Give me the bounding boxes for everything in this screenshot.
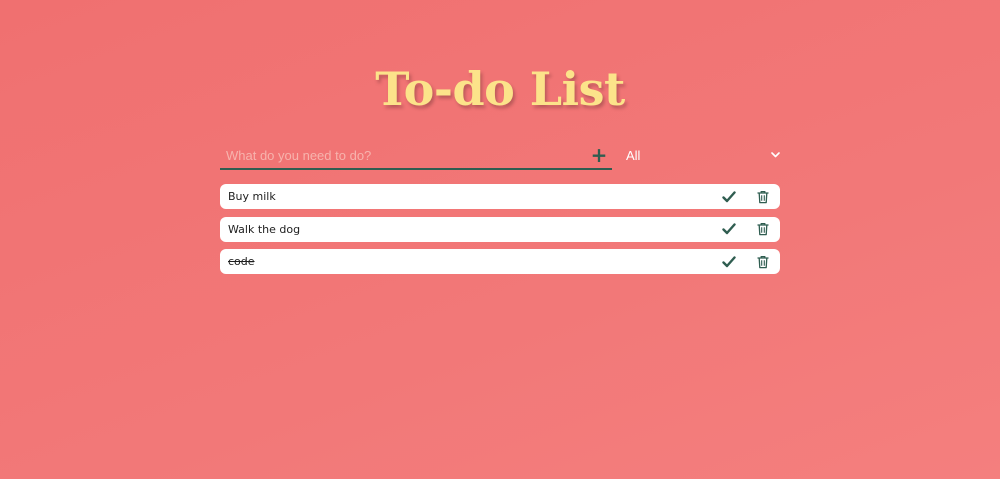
todo-item: Buy milk (220, 184, 780, 209)
filter-select[interactable]: All (622, 144, 780, 166)
todo-text: code (228, 255, 255, 268)
todo-item: code (220, 249, 780, 274)
todo-form: + (220, 142, 612, 170)
filter-selected-value: All (626, 147, 641, 163)
trash-icon[interactable] (753, 187, 773, 207)
check-icon[interactable] (719, 252, 739, 272)
todo-text: Walk the dog (228, 222, 301, 236)
chevron-down-icon (770, 150, 780, 160)
trash-icon[interactable] (753, 252, 773, 272)
todo-list: Buy milk Walk the dog code (220, 184, 780, 282)
todo-item: Walk the dog (220, 216, 780, 242)
check-icon[interactable] (719, 219, 739, 239)
todo-input[interactable] (220, 143, 588, 167)
check-icon[interactable] (719, 187, 739, 207)
trash-icon[interactable] (753, 219, 773, 239)
todo-text: Buy milk (228, 190, 276, 203)
add-button[interactable]: + (588, 143, 610, 167)
page-title: To-do List (375, 62, 625, 116)
